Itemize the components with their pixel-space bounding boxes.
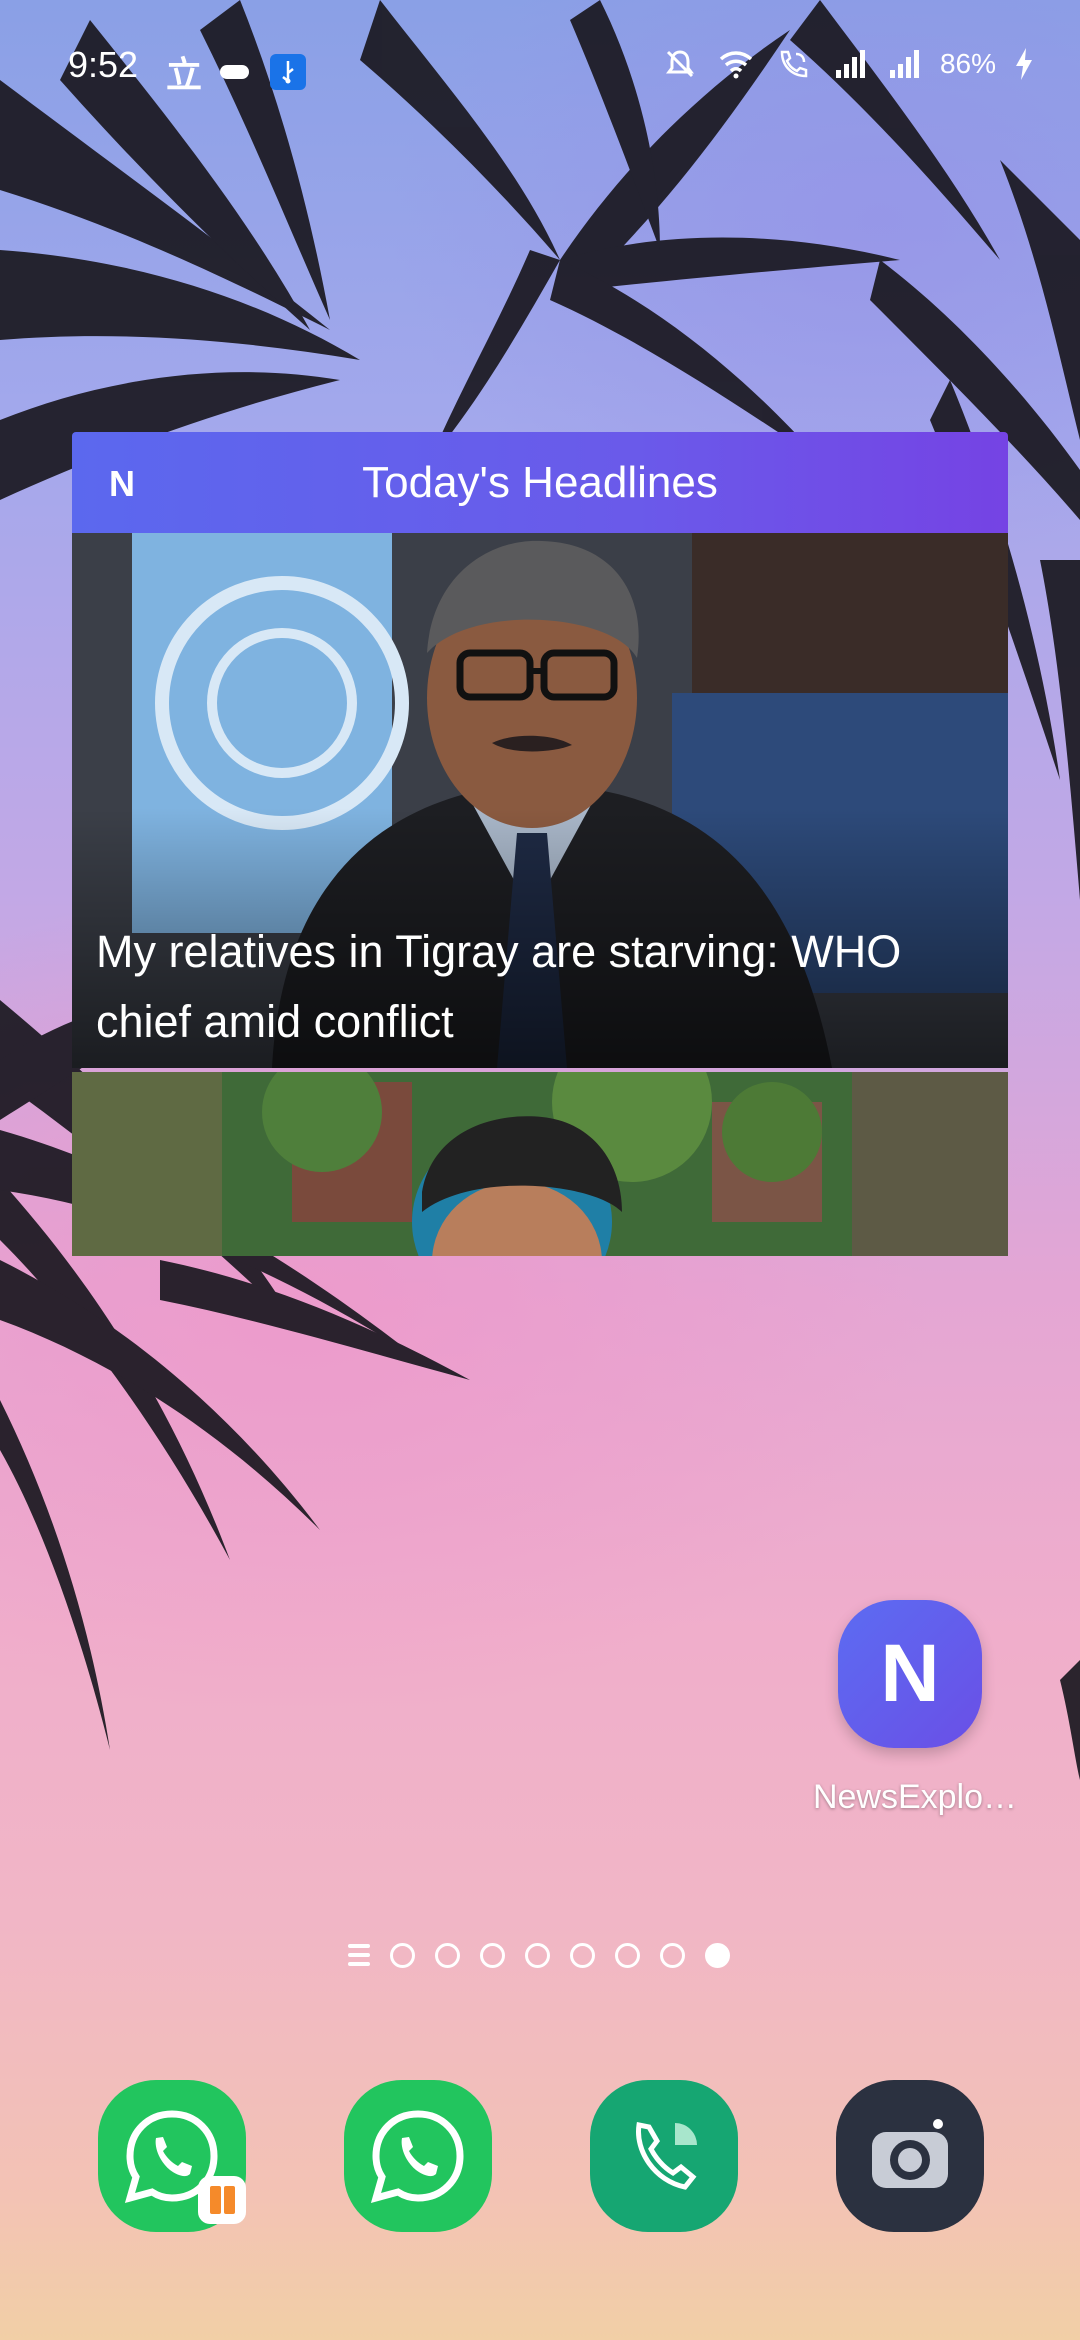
camera-icon — [872, 2119, 948, 2188]
status-left-icons: 立 — [166, 46, 307, 98]
whatsapp-clone-dock-app[interactable] — [344, 2080, 492, 2232]
camera-dock-app[interactable] — [836, 2080, 984, 2232]
page-dot[interactable] — [525, 1942, 550, 1968]
page-dot[interactable] — [390, 1942, 415, 1968]
status-time: 9:52 — [68, 44, 139, 85]
second-headline-card[interactable] — [72, 1072, 1008, 1256]
newsexplorer-icon: N — [838, 1600, 982, 1748]
whatsapp-icon — [370, 2110, 464, 2204]
page-dot[interactable] — [480, 1942, 505, 1968]
newsexplorer-app-label: NewsExplo… — [812, 1778, 1018, 1816]
tiktok-icon: 立 — [166, 54, 203, 95]
page-dot[interactable] — [615, 1942, 640, 1968]
widget-title: Today's Headlines — [362, 458, 718, 507]
phone-dock-app[interactable] — [590, 2080, 738, 2232]
app-clone-badge-icon — [198, 2176, 246, 2224]
headline-card[interactable]: My relatives in Tigray are starving: WHO… — [72, 533, 1008, 1068]
app-drawer-menu-icon[interactable] — [348, 1944, 370, 1966]
status-right-icons: 86% — [662, 46, 1034, 82]
page-indicator[interactable] — [348, 1940, 730, 1970]
wifi-call-icon — [780, 50, 808, 78]
dock — [0, 2080, 1080, 2232]
battery-percent: 86% — [939, 48, 996, 79]
second-headline-photo — [72, 1072, 1008, 1256]
widget-header: N Today's Headlines — [72, 432, 1008, 533]
headline-title: My relatives in Tigray are starving: WHO… — [96, 926, 902, 1047]
charging-bolt-icon — [1016, 48, 1032, 80]
status-bar: 9:52 立 86% — [0, 36, 1080, 96]
signal-2-icon — [889, 50, 919, 78]
news-widget[interactable]: N Today's Headlines My relatives in Tigr… — [72, 432, 1008, 1256]
phone-icon — [636, 2122, 697, 2190]
page-dot[interactable] — [570, 1942, 595, 1968]
page-dot[interactable] — [660, 1942, 685, 1968]
wifi-icon — [719, 51, 753, 79]
bell-mute-icon — [665, 50, 694, 78]
newsexplorer-app-icon[interactable]: N — [838, 1600, 982, 1748]
signal-1-icon — [835, 50, 865, 78]
page-dot-active[interactable] — [705, 1942, 730, 1968]
voicemail-icon — [220, 65, 250, 79]
usb-icon — [270, 54, 307, 90]
whatsapp-dock-app[interactable] — [98, 2080, 246, 2232]
page-dot[interactable] — [435, 1942, 460, 1968]
